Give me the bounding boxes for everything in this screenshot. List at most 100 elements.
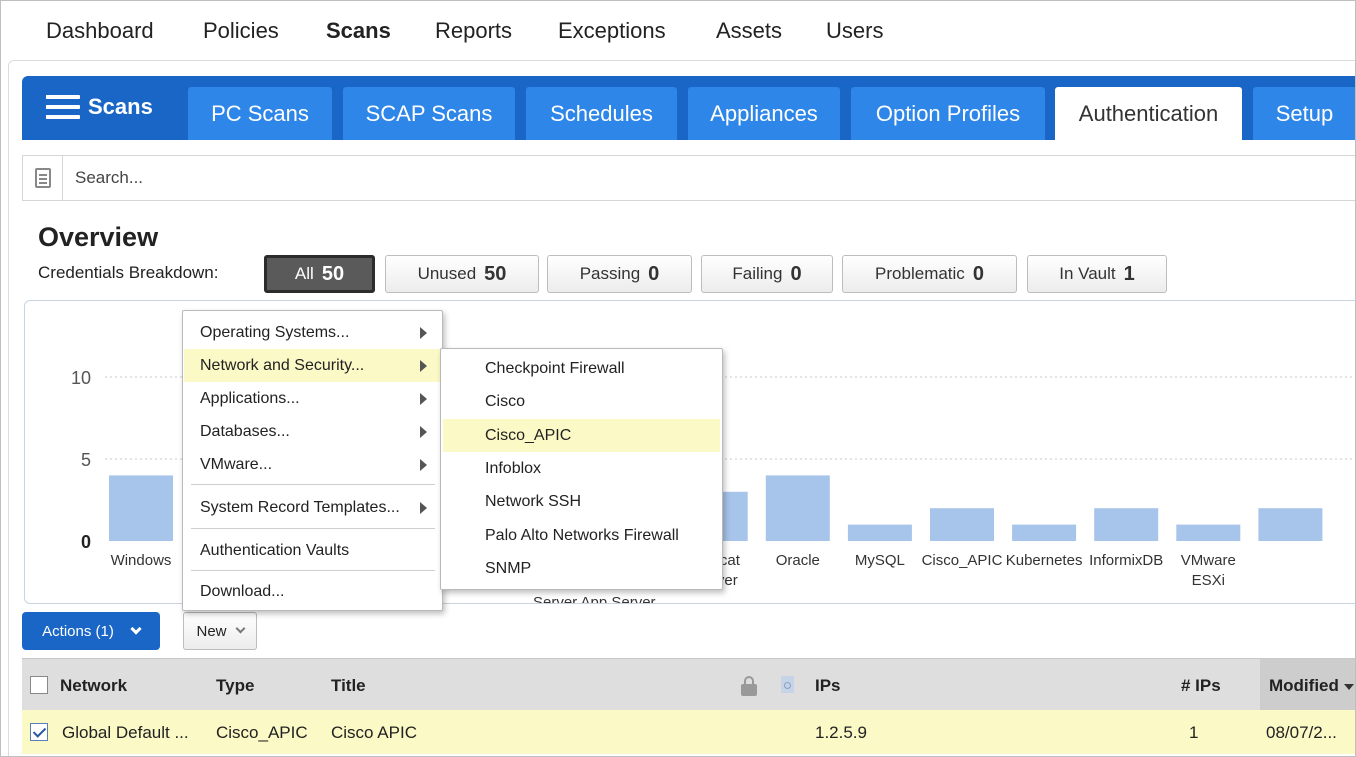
search-input[interactable] xyxy=(73,164,673,192)
caret-right-icon xyxy=(420,327,427,339)
x-tick-label: VMware xyxy=(1181,552,1236,569)
network-security-submenu: Checkpoint Firewall Cisco Cisco_APIC Inf… xyxy=(440,348,723,590)
menu-item-label: Network and Security... xyxy=(200,356,365,374)
tab-option-profiles[interactable]: Option Profiles xyxy=(851,87,1045,140)
new-button[interactable]: New xyxy=(183,612,257,650)
actions-label: Actions (1) xyxy=(42,622,114,640)
nav-dashboard[interactable]: Dashboard xyxy=(46,18,154,44)
menu-item-label: System Record Templates... xyxy=(200,498,400,516)
submenu-item-cisco-apic[interactable]: Cisco_APIC xyxy=(443,419,720,452)
submenu-item-network-ssh[interactable]: Network SSH xyxy=(443,485,720,518)
menu-item-databases[interactable]: Databases... xyxy=(184,415,441,448)
filter-count: 50 xyxy=(484,262,507,285)
chevron-down-icon xyxy=(235,623,245,634)
cell-ips: 1.2.5.9 xyxy=(815,723,867,742)
menu-item-applications[interactable]: Applications... xyxy=(184,382,441,415)
filter-label: Unused xyxy=(417,264,477,283)
nav-assets[interactable]: Assets xyxy=(716,18,782,44)
tab-authentication[interactable]: Authentication xyxy=(1055,87,1242,140)
caret-right-icon xyxy=(420,360,427,372)
x-tick-label: ESXi xyxy=(1192,572,1225,589)
y-tick-label: 0 xyxy=(81,532,91,552)
chart-bar xyxy=(1258,508,1323,541)
x-tick-label: InformixDB xyxy=(1089,552,1163,569)
menu-item-download[interactable]: Download... xyxy=(184,575,441,608)
submenu-item-palo-alto-firewall[interactable]: Palo Alto Networks Firewall xyxy=(443,519,720,552)
nav-users[interactable]: Users xyxy=(826,18,883,44)
sort-descending-icon xyxy=(1344,684,1354,690)
submenu-item-checkpoint-firewall[interactable]: Checkpoint Firewall xyxy=(443,352,720,385)
caret-right-icon xyxy=(420,459,427,471)
filter-problematic-button[interactable]: Problematic 0 xyxy=(842,255,1017,293)
cell-num-ips: 1 xyxy=(1189,723,1199,742)
filter-unused-button[interactable]: Unused 50 xyxy=(385,255,539,293)
credentials-breakdown-label: Credentials Breakdown: xyxy=(38,263,219,282)
menu-item-operating-systems[interactable]: Operating Systems... xyxy=(184,316,441,349)
row-checkbox[interactable] xyxy=(30,723,48,741)
column-type[interactable]: Type xyxy=(216,676,254,696)
y-tick-label: 5 xyxy=(81,450,91,470)
caret-right-icon xyxy=(420,393,427,405)
menu-item-label: VMware... xyxy=(200,455,273,473)
tab-appliances[interactable]: Appliances xyxy=(688,87,840,140)
filter-passing-button[interactable]: Passing 0 xyxy=(547,255,692,293)
column-network[interactable]: Network xyxy=(60,676,127,696)
x-tick-label: MySQL xyxy=(855,552,905,569)
tab-pc-scans[interactable]: PC Scans xyxy=(188,87,332,140)
filter-count: 0 xyxy=(972,262,984,285)
filter-label: All xyxy=(294,264,314,283)
menu-divider xyxy=(191,484,435,485)
filter-failing-button[interactable]: Failing 0 xyxy=(701,255,833,293)
tab-scap-scans[interactable]: SCAP Scans xyxy=(343,87,515,140)
menu-item-authentication-vaults[interactable]: Authentication Vaults xyxy=(184,534,441,567)
menu-item-system-record-templates[interactable]: System Record Templates... xyxy=(184,491,441,524)
chart-bar xyxy=(847,524,912,541)
cell-type: Cisco_APIC xyxy=(216,723,308,742)
menu-item-label: Authentication Vaults xyxy=(200,541,350,559)
caret-right-icon xyxy=(420,426,427,438)
filter-count: 1 xyxy=(1123,262,1135,285)
chart-bar xyxy=(930,508,994,541)
column-title[interactable]: Title xyxy=(331,676,366,696)
nav-policies[interactable]: Policies xyxy=(203,18,279,44)
saved-search-toggle[interactable] xyxy=(23,156,63,200)
menu-item-label: Download... xyxy=(200,582,285,600)
submenu-item-snmp[interactable]: SNMP xyxy=(443,552,720,585)
filter-label: Failing xyxy=(732,264,783,283)
x-tick-label: Cisco_APIC xyxy=(922,552,1003,569)
menu-item-label: Databases... xyxy=(200,422,290,440)
nav-exceptions[interactable]: Exceptions xyxy=(558,18,666,44)
submenu-item-infoblox[interactable]: Infoblox xyxy=(443,452,720,485)
chart-bar xyxy=(109,475,173,541)
new-label: New xyxy=(196,622,227,640)
cell-title[interactable]: Cisco APIC xyxy=(331,723,417,743)
table-row[interactable]: Global Default ... Cisco_APIC Cisco APIC… xyxy=(22,710,1356,754)
search-bar xyxy=(22,155,1356,201)
nav-reports[interactable]: Reports xyxy=(435,18,512,44)
chart-bar xyxy=(765,475,830,541)
x-tick-label: Windows xyxy=(111,552,172,569)
column-modified[interactable]: Modified xyxy=(1269,676,1339,696)
nav-scans[interactable]: Scans xyxy=(326,18,391,44)
menu-item-vmware[interactable]: VMware... xyxy=(184,448,441,481)
filter-in-vault-button[interactable]: In Vault 1 xyxy=(1027,255,1167,293)
tab-setup[interactable]: Setup xyxy=(1253,87,1356,140)
vault-record-icon xyxy=(781,676,794,693)
select-all-checkbox[interactable] xyxy=(30,676,48,694)
scans-module-label[interactable]: Scans xyxy=(46,94,153,120)
column-num-ips[interactable]: # IPs xyxy=(1181,676,1221,696)
menu-item-label: Operating Systems... xyxy=(200,323,350,341)
actions-button[interactable]: Actions (1) xyxy=(22,612,160,650)
chart-bar xyxy=(1012,524,1077,541)
tab-schedules[interactable]: Schedules xyxy=(526,87,677,140)
lock-icon xyxy=(741,676,757,696)
menu-divider xyxy=(191,570,435,571)
column-ips[interactable]: IPs xyxy=(815,676,841,696)
menu-item-network-and-security[interactable]: Network and Security... xyxy=(184,349,441,382)
filter-all-button[interactable]: All 50 xyxy=(264,255,375,293)
cell-modified: 08/07/2... xyxy=(1266,723,1337,742)
chart-bar xyxy=(1094,508,1159,541)
document-list-icon xyxy=(34,168,51,188)
filter-label: Problematic xyxy=(875,264,965,283)
submenu-item-cisco[interactable]: Cisco xyxy=(443,385,720,418)
